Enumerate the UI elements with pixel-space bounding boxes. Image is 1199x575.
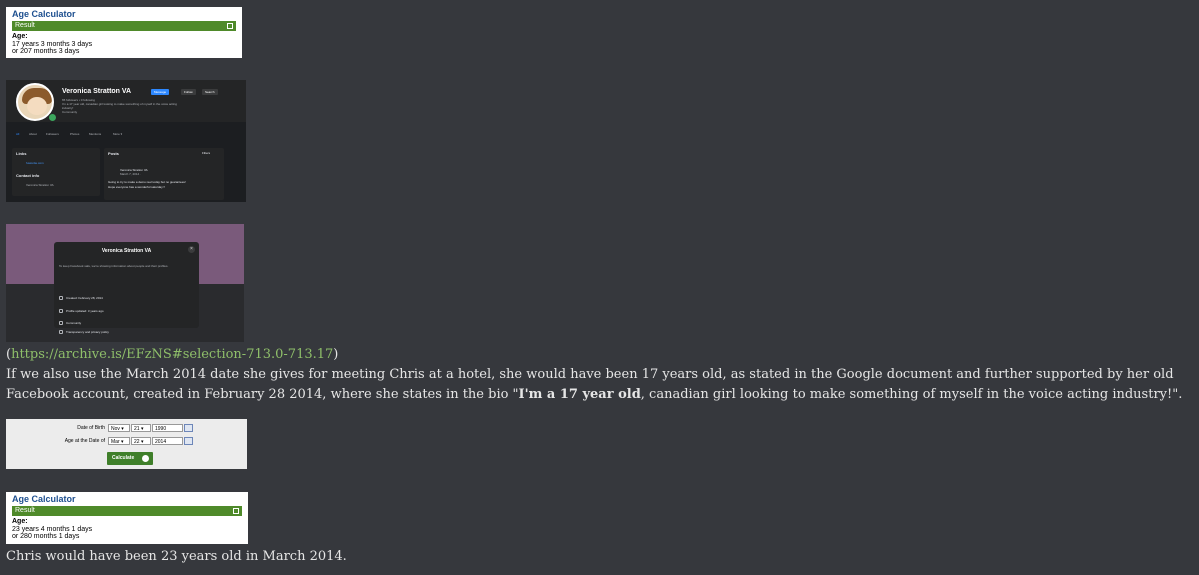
age-years: 17 years 3 months 3 days [12, 41, 93, 48]
modal-row-updated: Profile updated: 3 years ago [59, 308, 104, 314]
age-months: or 280 months 1 days [12, 533, 80, 540]
age-calculator-result-image-2: Age Calculator Result Age: 23 years 4 mo… [6, 492, 248, 544]
source-citation: (https://archive.is/EFzNS#selection-713.… [6, 347, 339, 362]
tab-about[interactable]: About [29, 132, 37, 136]
calculate-button[interactable]: Calculate [107, 452, 153, 465]
age-years: 23 years 4 months 1 days [12, 526, 93, 533]
arrow-icon [142, 455, 149, 462]
info-icon [59, 330, 63, 335]
print-icon [227, 23, 233, 29]
result-label: Result [15, 507, 35, 514]
at-month-select[interactable]: Mar ▾ [108, 437, 130, 445]
age-label: Age: [12, 518, 28, 525]
profile-tabs: All About Followers Photos Mentions More… [6, 128, 246, 140]
calculator-title: Age Calculator [12, 494, 76, 504]
history-icon [59, 309, 63, 314]
calendar-icon[interactable] [184, 437, 193, 445]
tab-more[interactable]: More ▾ [113, 132, 122, 136]
online-status-icon [48, 113, 57, 122]
age-months: or 207 months 3 days [12, 48, 80, 55]
argument-paragraph: If we also use the March 2014 date she g… [6, 367, 1183, 402]
dob-day-select[interactable]: 21 ▾ [131, 424, 151, 432]
at-year-input[interactable]: 2014 [152, 437, 183, 445]
calendar-icon [59, 296, 63, 301]
flag-icon [59, 321, 63, 326]
contact-title: Contact info [16, 173, 40, 178]
facebook-profile-screenshot: Veronica Stratton VA 65 followers • 0 fo… [6, 80, 246, 202]
result-bar: Result [12, 506, 242, 516]
close-icon[interactable]: × [188, 246, 195, 253]
at-day-select[interactable]: 22 ▾ [131, 437, 151, 445]
profile-category: Community [62, 110, 78, 114]
message-button[interactable]: Message [151, 89, 170, 95]
dob-month-select[interactable]: Nov ▾ [108, 424, 130, 432]
modal-title: Veronica Stratton VA [101, 248, 152, 254]
modal-row-policy[interactable]: Transparency and privacy policy [59, 329, 109, 335]
post-date: March 7, 2014 · [120, 172, 142, 176]
result-label: Result [15, 22, 35, 29]
date-input-form-image: Date of Birth Nov ▾ 21 ▾ 1990 Age at the… [6, 419, 247, 469]
profile-bio: I'm a 17 year old, canadian girl looking… [62, 102, 177, 110]
age-at-label: Age at the Date of [64, 438, 105, 444]
calculator-title: Age Calculator [12, 9, 76, 19]
modal-description: To keep Facebook safe, we're showing inf… [59, 264, 169, 268]
modal-row-category: Community [59, 320, 81, 326]
links-item[interactable]: fusionite.com [26, 161, 44, 165]
age-calculator-result-image-1: Age Calculator Result Age: 17 years 3 mo… [6, 7, 242, 58]
tab-photos[interactable]: Photos [70, 132, 79, 136]
page-transparency-modal: Veronica Stratton VA × To keep Facebook … [54, 242, 199, 328]
posts-panel: Posts Filters Veronica Stratton VA March… [104, 148, 224, 200]
tab-all[interactable]: All [16, 132, 19, 136]
modal-row-created: Created: February 28, 2014 [59, 295, 103, 301]
contact-item: Veronica Stratton VA [26, 183, 54, 187]
follow-button[interactable]: Follow [181, 89, 196, 95]
links-title: Links [16, 151, 27, 156]
archive-link[interactable]: https://archive.is/EFzNS#selection-713.0… [11, 347, 333, 362]
tab-followers[interactable]: Followers [46, 132, 59, 136]
search-button[interactable]: Search [202, 89, 218, 95]
dob-year-input[interactable]: 1990 [152, 424, 183, 432]
filters-button[interactable]: Filters [202, 151, 210, 155]
tab-mentions[interactable]: Mentions [89, 132, 101, 136]
age-label: Age: [12, 33, 28, 40]
post-line-1: Going to try to make a demo reel today b… [108, 180, 186, 184]
posts-title: Posts [108, 151, 119, 156]
conclusion-text: Chris would have been 23 years old in Ma… [6, 549, 347, 564]
result-bar: Result [12, 21, 236, 31]
profile-meta: 65 followers • 0 following I'm a 17 year… [62, 98, 182, 114]
dob-label: Date of Birth [77, 425, 105, 431]
facebook-page-transparency-screenshot: Veronica Stratton VA × To keep Facebook … [6, 224, 244, 342]
calendar-icon[interactable] [184, 424, 193, 432]
links-panel: Links fusionite.com Contact info Veronic… [12, 148, 100, 196]
profile-name: Veronica Stratton VA [62, 88, 132, 95]
bio-quote: I'm a 17 year old [518, 387, 641, 402]
print-icon [233, 508, 239, 514]
post-line-2: Hope everyone has a wonderful saturday !… [108, 185, 166, 189]
